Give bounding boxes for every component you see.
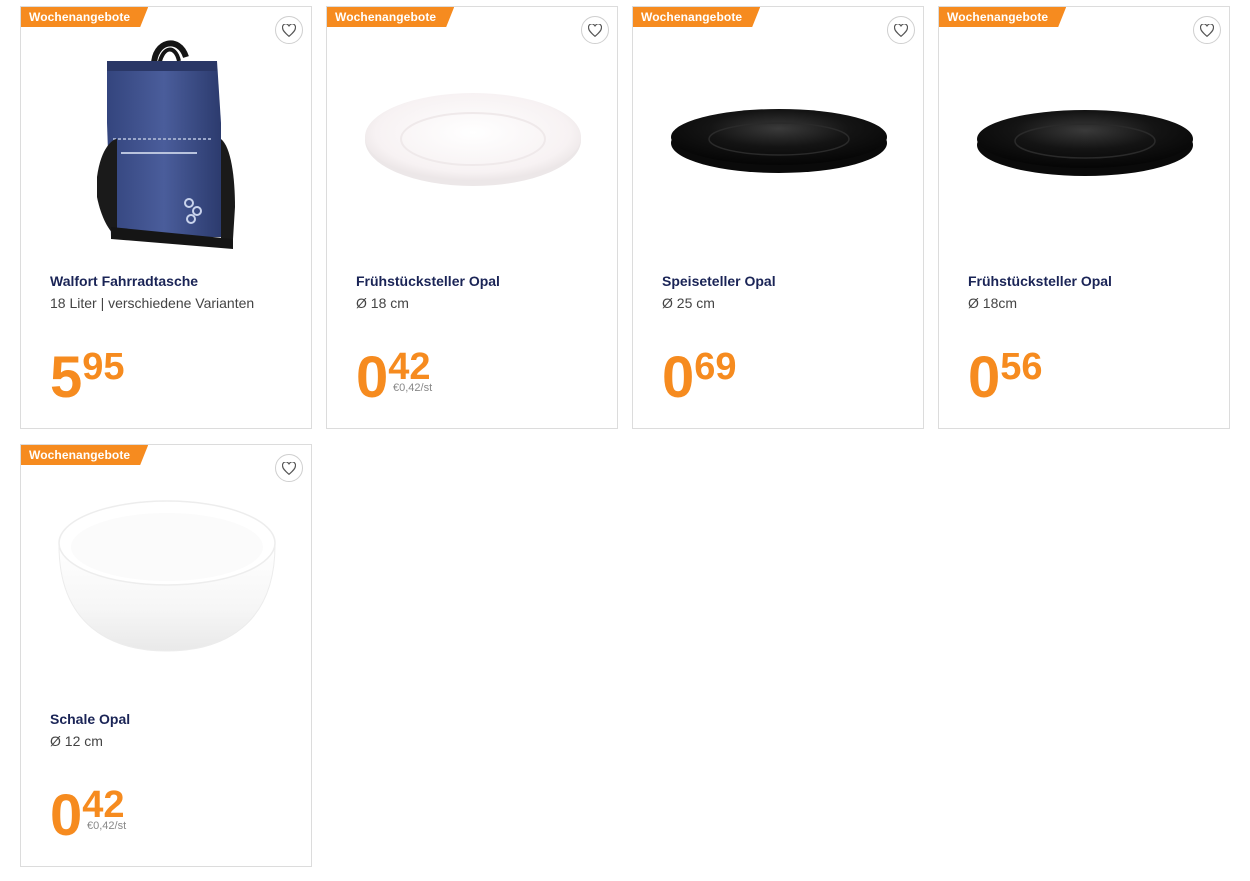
- product-subtitle: 18 Liter | verschiedene Varianten: [50, 295, 255, 311]
- price-integer: 0: [662, 345, 694, 410]
- product-image[interactable]: [21, 27, 311, 267]
- offer-badge: Wochenangebote: [939, 7, 1066, 27]
- product-subtitle: Ø 18 cm: [356, 295, 409, 311]
- offer-badge: Wochenangebote: [21, 7, 148, 27]
- product-subtitle: Ø 12 cm: [50, 733, 103, 749]
- product-title[interactable]: Schale Opal: [50, 711, 130, 727]
- price-integer: 5: [50, 345, 82, 410]
- price: 0 69: [662, 345, 737, 415]
- offer-badge: Wochenangebote: [633, 7, 760, 27]
- product-card[interactable]: Wochenangebote Schale Opal Ø 12 cm 0 42 …: [20, 444, 312, 867]
- unit-price: €0,42/st: [87, 820, 127, 832]
- offer-badge: Wochenangebote: [21, 445, 148, 465]
- price-decimal: 69: [694, 346, 737, 388]
- price: 0 56: [968, 345, 1043, 415]
- offer-badge: Wochenangebote: [327, 7, 454, 27]
- product-image[interactable]: [21, 465, 311, 705]
- product-title[interactable]: Speiseteller Opal: [662, 273, 776, 289]
- price-integer: 0: [968, 345, 1000, 410]
- product-card[interactable]: Wochenangebote Speiseteller Opal Ø 25 cm…: [632, 6, 924, 429]
- product-title[interactable]: Walfort Fahrradtasche: [50, 273, 198, 289]
- price: 5 95: [50, 345, 125, 415]
- product-card[interactable]: Wochenangebote Frühstücksteller Opal Ø 1…: [326, 6, 618, 429]
- product-image[interactable]: [633, 27, 923, 267]
- price-decimal: 56: [1000, 346, 1043, 388]
- price-integer: 0: [356, 345, 388, 410]
- product-image[interactable]: [939, 27, 1229, 267]
- product-title[interactable]: Frühstücksteller Opal: [356, 273, 500, 289]
- product-card[interactable]: Wochenangebote Walfort Fahrradtasche 18 …: [20, 6, 312, 429]
- product-card[interactable]: Wochenangebote Frühstücksteller Opal Ø 1…: [938, 6, 1230, 429]
- price-decimal: 95: [82, 346, 125, 388]
- product-subtitle: Ø 25 cm: [662, 295, 715, 311]
- unit-price: €0,42/st: [393, 382, 433, 394]
- product-title[interactable]: Frühstücksteller Opal: [968, 273, 1112, 289]
- price: 0 42: [356, 345, 431, 415]
- price: 0 42: [50, 783, 125, 853]
- price-integer: 0: [50, 783, 82, 848]
- price-decimal: 42: [388, 346, 431, 388]
- price-decimal: 42: [82, 784, 125, 826]
- product-image[interactable]: [327, 27, 617, 267]
- product-subtitle: Ø 18cm: [968, 295, 1018, 311]
